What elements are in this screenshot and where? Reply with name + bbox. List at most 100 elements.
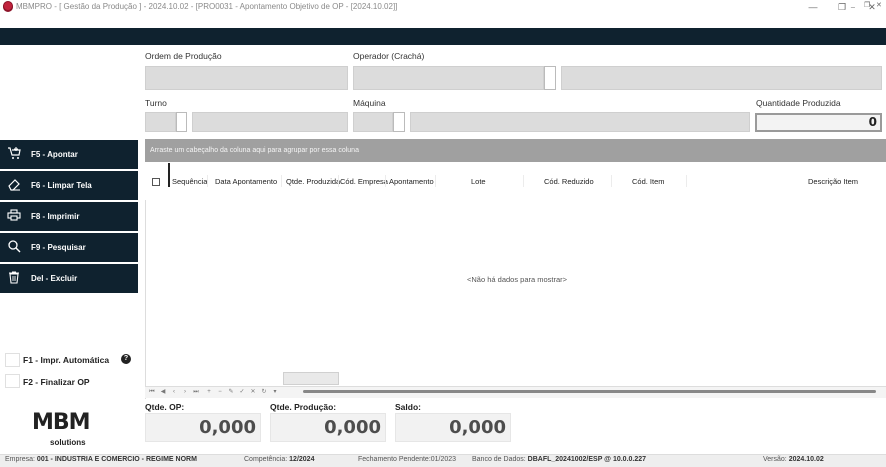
status-empresa-label: Empresa:: [5, 456, 35, 463]
minimize-button[interactable]: —: [806, 1, 820, 13]
qtde-op-label: Qtde. OP:: [145, 402, 185, 412]
column-divider[interactable]: [281, 175, 282, 187]
imprimir-button[interactable]: F8 - Imprimir: [0, 202, 138, 231]
next-record-icon[interactable]: ›: [181, 388, 189, 396]
operador-name-field: [561, 66, 882, 90]
grid-scrollbar[interactable]: [303, 390, 876, 393]
column-divider[interactable]: [611, 175, 612, 187]
excluir-button-label: Del - Excluir: [31, 274, 78, 283]
trash-icon: [9, 271, 19, 284]
prev-page-icon[interactable]: ◀: [159, 388, 167, 396]
refresh-icon[interactable]: ↻: [260, 388, 268, 396]
turno-code-input[interactable]: [145, 112, 176, 132]
select-all-checkbox[interactable]: [152, 178, 160, 186]
prev-record-icon[interactable]: ‹: [170, 388, 178, 396]
saldo-label: Saldo:: [395, 402, 421, 412]
impr-automatica-label: F1 - Impr. Automática: [23, 355, 110, 365]
maquina-code-input[interactable]: [353, 112, 393, 132]
printer-icon: [7, 209, 21, 221]
status-versao-label: Versão:: [763, 456, 787, 463]
mdi-restore-icon[interactable]: ❐: [864, 1, 870, 9]
mbm-logo: MBM: [32, 410, 91, 435]
row-indicator: [168, 163, 170, 187]
column-header-lote[interactable]: Lote: [471, 177, 486, 186]
column-divider[interactable]: [435, 175, 436, 187]
filter-icon[interactable]: ▾: [271, 388, 279, 396]
status-versao: Versão: 2024.10.02: [763, 456, 824, 463]
finalizar-op-checkbox[interactable]: [5, 374, 20, 388]
finalizar-op-label: F2 - Finalizar OP: [23, 377, 90, 387]
qtde-producao-label: Qtde. Produção:: [270, 402, 337, 412]
column-header-cod-item[interactable]: Cód. Item: [632, 177, 665, 186]
help-icon[interactable]: ?: [121, 354, 131, 364]
pesquisar-button-label: F9 - Pesquisar: [31, 243, 86, 252]
column-divider[interactable]: [338, 175, 339, 187]
column-divider[interactable]: [207, 175, 208, 187]
document-icon[interactable]: [3, 1, 13, 11]
maquina-lookup-button[interactable]: [393, 112, 405, 132]
limpar-tela-button-label: F6 - Limpar Tela: [31, 181, 92, 190]
impr-automatica-checkbox[interactable]: [5, 353, 20, 367]
column-header-descricao-item[interactable]: Descrição Item: [808, 177, 858, 186]
window-title: MBMPRO - [ Gestão da Produção ] - 2024.1…: [16, 2, 398, 11]
excluir-button[interactable]: Del - Excluir: [0, 264, 138, 293]
quantidade-produzida-label: Quantidade Produzida: [756, 98, 841, 108]
qtde-op-value: 0,000: [145, 413, 261, 442]
status-empresa: Empresa: 001 - INDUSTRIA E COMERCIO - RE…: [5, 456, 197, 463]
imprimir-button-label: F8 - Imprimir: [31, 212, 80, 221]
limpar-tela-button[interactable]: F6 - Limpar Tela: [0, 171, 138, 200]
column-header-sequencia[interactable]: Sequência: [172, 177, 207, 186]
status-competencia-value: 12/2024: [289, 456, 315, 463]
cart-add-icon: [8, 147, 21, 159]
status-empresa-value: 001 - INDUSTRIA E COMERCIO - REGIME NORM: [36, 456, 197, 463]
qtde-producao-value: 0,000: [270, 413, 386, 442]
operador-lookup-button[interactable]: [544, 66, 556, 90]
delete-record-icon[interactable]: −: [216, 388, 224, 396]
status-banco: Banco de Dados: DBAFL_20241002/ESP @ 10.…: [472, 456, 646, 463]
grid-empty-message: <Não há dados para mostrar>: [467, 275, 568, 284]
status-competencia: Competência: 12/2024: [244, 456, 314, 463]
status-versao-value: 2024.10.02: [788, 456, 824, 463]
operador-code-input[interactable]: [353, 66, 544, 90]
column-divider[interactable]: [523, 175, 524, 187]
quantidade-produzida-input[interactable]: 0: [755, 113, 882, 132]
column-divider[interactable]: [686, 175, 687, 187]
first-record-icon[interactable]: ⏮: [148, 388, 156, 396]
column-header-cod-reduzido[interactable]: Cód. Reduzido: [544, 177, 594, 186]
edit-record-icon[interactable]: ✎: [227, 388, 235, 396]
mbm-logo-subtitle: solutions: [50, 438, 86, 447]
turno-description-field: [192, 112, 348, 132]
saldo-value: 0,000: [395, 413, 511, 442]
pesquisar-button[interactable]: F9 - Pesquisar: [0, 233, 138, 262]
mdi-minimize-icon[interactable]: _: [851, 1, 855, 8]
column-header-qtde-produzida[interactable]: Qtde. Produzida: [286, 177, 340, 186]
column-header-cod-empresa[interactable]: Cód. Empresa: [340, 177, 388, 186]
maquina-label: Máquina: [353, 98, 386, 108]
column-header-apontamento[interactable]: Apontamento: [389, 177, 434, 186]
status-fechamento: Fechamento Pendente:01/2023: [358, 456, 457, 463]
last-record-icon[interactable]: ⏭: [192, 388, 200, 396]
cancel-record-icon[interactable]: ✕: [249, 388, 257, 396]
column-header-data-apontamento[interactable]: Data Apontamento: [215, 177, 277, 186]
search-icon: [8, 240, 21, 253]
horizontal-scroll-thumb[interactable]: [283, 372, 339, 385]
eraser-icon: [8, 179, 20, 191]
status-banco-value: DBAFL_20241002/ESP @ 10.0.0.227: [527, 456, 647, 463]
turno-label: Turno: [145, 98, 167, 108]
apontar-button[interactable]: F5 - Apontar: [0, 140, 138, 169]
maquina-description-field: [410, 112, 750, 132]
status-banco-label: Banco de Dados:: [472, 456, 526, 463]
ordem-producao-label: Ordem de Produção: [145, 51, 222, 61]
status-competencia-label: Competência:: [244, 456, 288, 463]
group-by-hint: Arraste um cabeçalho da coluna aqui para…: [150, 147, 359, 154]
menu-row: [0, 15, 886, 28]
insert-record-icon[interactable]: +: [205, 388, 213, 396]
maximize-button[interactable]: ❐: [835, 1, 849, 13]
ordem-producao-input[interactable]: [145, 66, 348, 90]
operador-label: Operador (Crachá): [353, 51, 425, 61]
turno-lookup-button[interactable]: [176, 112, 187, 132]
mdi-close-icon[interactable]: ✕: [876, 1, 882, 9]
post-record-icon[interactable]: ✓: [238, 388, 246, 396]
apontar-button-label: F5 - Apontar: [31, 150, 78, 159]
column-divider[interactable]: [385, 175, 386, 187]
